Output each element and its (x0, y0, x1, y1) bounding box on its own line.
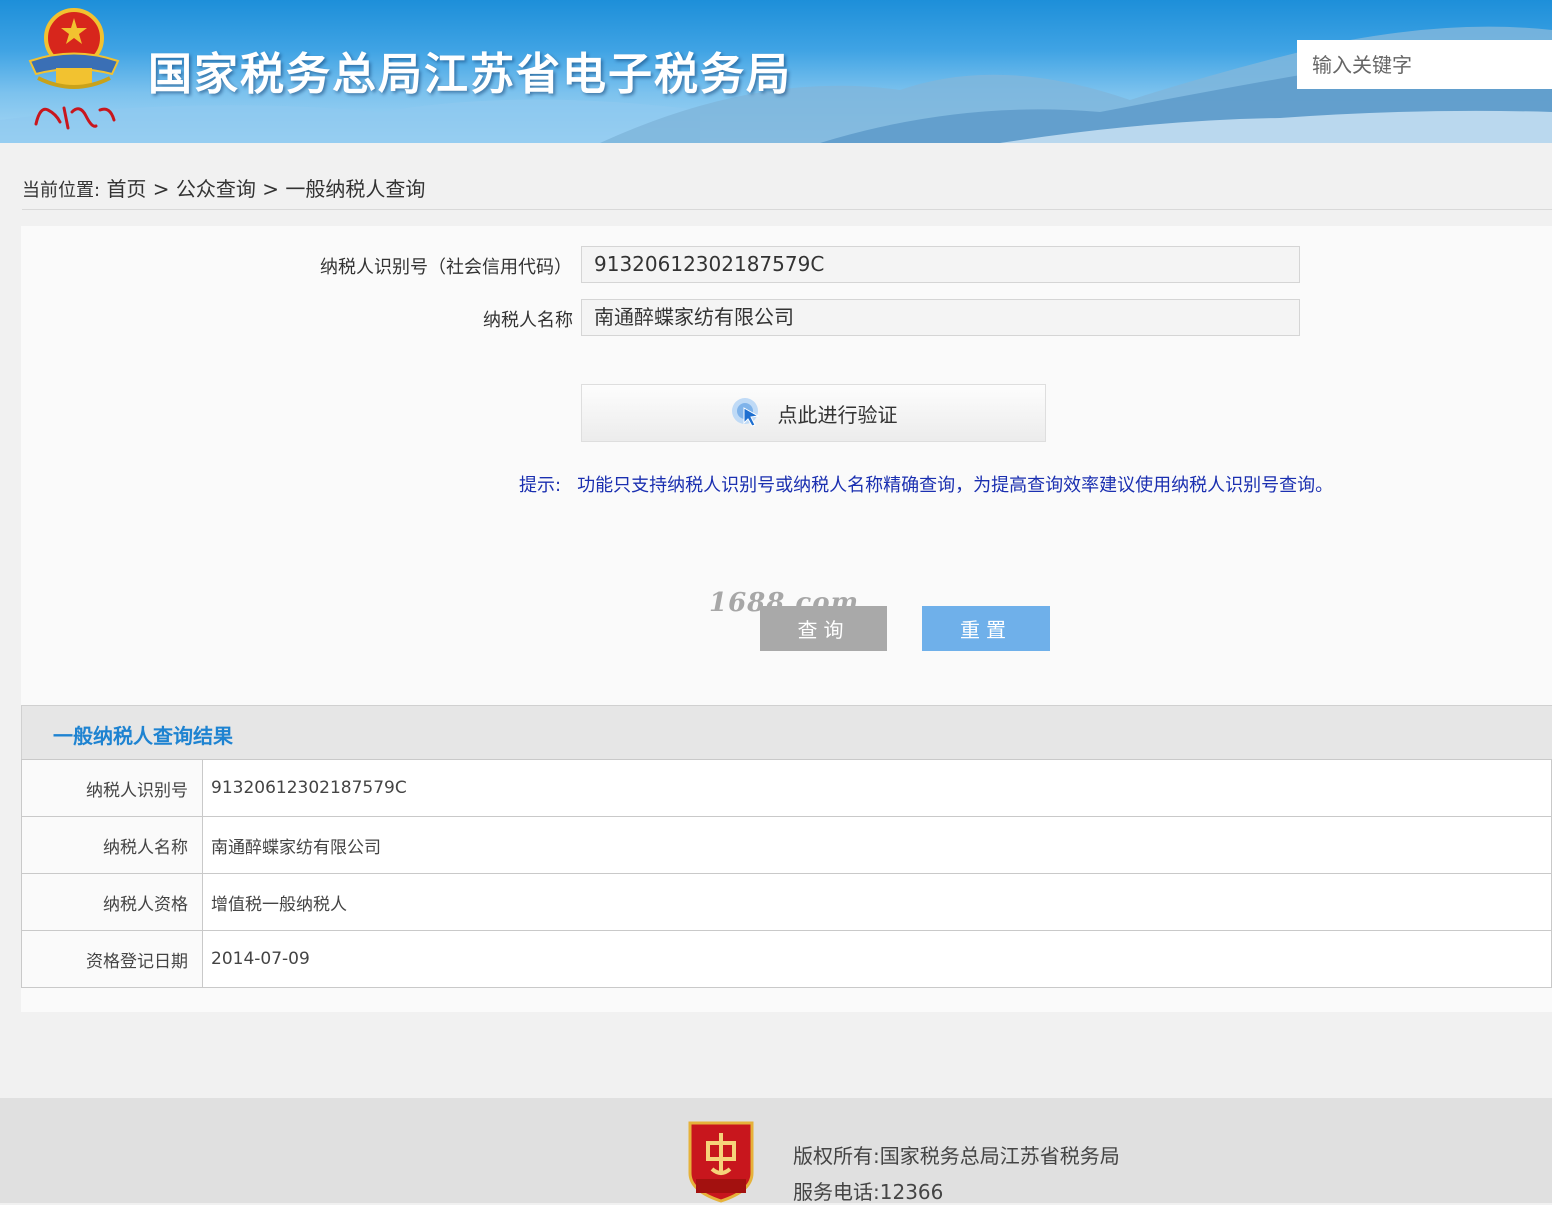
breadcrumb-home[interactable]: 首页 (106, 177, 146, 201)
captcha-verify-button[interactable]: 点此进行验证 (581, 384, 1046, 442)
verify-label: 点此进行验证 (777, 402, 898, 427)
query-button[interactable]: 查询 (760, 606, 887, 651)
reset-button[interactable]: 重置 (922, 606, 1050, 651)
row-key: 纳税人识别号 (21, 759, 203, 817)
taxpayer-name-label: 纳税人名称 (483, 310, 573, 331)
breadcrumb-separator: > (262, 177, 280, 201)
row-value: 91320612302187579C (202, 759, 1552, 817)
table-row: 纳税人识别号 91320612302187579C (21, 759, 1552, 817)
row-value: 2014-07-09 (202, 930, 1552, 988)
result-title: 一般纳税人查询结果 (53, 724, 233, 748)
party-government-emblem-icon[interactable] (684, 1117, 758, 1203)
copyright-value: 国家税务总局江苏省税务局 (879, 1144, 1120, 1168)
hint-label: 提示: (519, 475, 562, 496)
footer-phone: 服务电话:12366 (793, 1176, 943, 1205)
row-value: 南通醉蝶家纺有限公司 (202, 816, 1552, 874)
tax-emblem-icon (28, 8, 120, 89)
row-value: 增值税一般纳税人 (202, 873, 1552, 931)
table-row: 纳税人名称 南通醉蝶家纺有限公司 (21, 816, 1552, 874)
breadcrumb-current: 一般纳税人查询 (285, 177, 426, 201)
row-key: 纳税人名称 (21, 816, 203, 874)
result-header: 一般纳税人查询结果 (21, 705, 1552, 759)
breadcrumb: 当前位置: 首页 > 公众查询 > 一般纳税人查询 (22, 173, 425, 202)
table-row: 纳税人资格 增值税一般纳税人 (21, 873, 1552, 931)
keyword-search-input[interactable] (1297, 40, 1552, 89)
result-table: 纳税人识别号 91320612302187579C 纳税人名称 南通醉蝶家纺有限… (21, 759, 1552, 988)
phone-label: 服务电话: (793, 1180, 880, 1204)
phone-value: 12366 (879, 1180, 944, 1204)
breadcrumb-label: 当前位置: (22, 180, 101, 201)
china-tax-script-logo (30, 100, 120, 134)
row-key: 资格登记日期 (21, 930, 203, 988)
breadcrumb-separator: > (152, 177, 170, 201)
cursor-click-icon (731, 398, 760, 427)
taxpayer-id-field[interactable]: 91320612302187579C (581, 246, 1300, 283)
breadcrumb-public-query[interactable]: 公众查询 (176, 177, 256, 201)
breadcrumb-divider (22, 209, 1552, 210)
copyright-label: 版权所有: (793, 1144, 880, 1168)
taxpayer-id-label: 纳税人识别号（社会信用代码） (320, 257, 572, 278)
hint-text: 功能只支持纳税人识别号或纳税人名称精确查询，为提高查询效率建议使用纳税人识别号查… (577, 475, 1334, 496)
footer-copyright: 版权所有:国家税务总局江苏省税务局 (793, 1140, 1120, 1169)
query-hint: 提示: 功能只支持纳税人识别号或纳税人名称精确查询，为提高查询效率建议使用纳税人识… (519, 471, 1333, 497)
site-title: 国家税务总局江苏省电子税务局 (148, 49, 792, 100)
row-key: 纳税人资格 (21, 873, 203, 931)
site-header: 国家税务总局江苏省电子税务局 (0, 0, 1552, 143)
table-row: 资格登记日期 2014-07-09 (21, 930, 1552, 988)
taxpayer-name-field[interactable]: 南通醉蝶家纺有限公司 (581, 299, 1300, 336)
site-footer (0, 1098, 1552, 1203)
